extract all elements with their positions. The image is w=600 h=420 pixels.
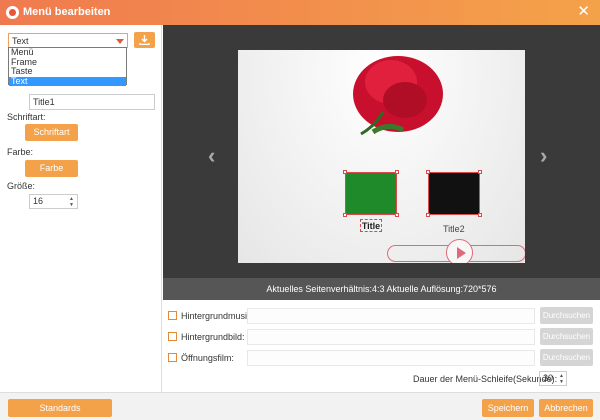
browse-music-button[interactable]: Durchsuchen [540, 307, 593, 324]
browse-film-button[interactable]: Durchsuchen [540, 349, 593, 366]
background-music-field[interactable] [247, 308, 535, 324]
handle [395, 170, 399, 174]
loop-duration-value: 30 [543, 373, 554, 383]
left-panel: Text Menü Frame Taste Text Title1 Schrif… [0, 25, 162, 392]
reset-defaults-button[interactable]: Standards wiederherstellen [8, 399, 112, 417]
font-button[interactable]: Schriftart [25, 124, 78, 141]
title2-label[interactable]: Title2 [443, 224, 465, 234]
color-button[interactable]: Farbe [25, 160, 78, 177]
opening-film-label: Öffnungsfilm: [181, 353, 234, 363]
size-label: Größe: [7, 181, 36, 191]
handle [343, 170, 347, 174]
menu-preview: ‹ › Title Title2 [163, 25, 600, 278]
menu-item-thumbnail-1[interactable] [343, 170, 399, 217]
menu-item-thumbnail-2[interactable] [426, 170, 482, 217]
window-title: Menü bearbeiten [23, 6, 111, 18]
chevron-down-icon [116, 39, 124, 44]
opening-film-checkbox[interactable] [168, 353, 177, 362]
stepper-arrows-icon[interactable]: ▲ ▼ [559, 373, 564, 385]
cancel-button[interactable]: Abbrechen [539, 399, 593, 417]
play-button[interactable] [446, 239, 473, 263]
opening-film-field[interactable] [247, 350, 535, 366]
font-label: Schriftart: [7, 112, 46, 122]
element-select-value: Text [12, 36, 29, 46]
background-image-checkbox[interactable] [168, 332, 177, 341]
element-select[interactable]: Text [8, 33, 128, 48]
loop-duration-label: Dauer der Menü-Schleife(Sekunde): [413, 374, 558, 384]
close-icon[interactable]: ✕ [577, 4, 590, 19]
title1-label[interactable]: Title [360, 219, 382, 232]
text-input[interactable]: Title1 [29, 94, 155, 110]
dropdown-option-text[interactable]: Text [9, 76, 126, 86]
color-label: Farbe: [7, 147, 34, 157]
footer: Standards wiederherstellen Speichern Abb… [0, 392, 600, 420]
handle [478, 170, 482, 174]
menu-canvas: Title Title2 [238, 50, 525, 263]
element-dropdown: Menü Frame Taste Text [8, 47, 127, 86]
handle [478, 213, 482, 217]
background-music-checkbox[interactable] [168, 311, 177, 320]
prev-page-icon[interactable]: ‹ [208, 143, 215, 169]
size-value: 16 [33, 196, 44, 206]
background-music-label: Hintergrundmusik: [181, 311, 255, 321]
import-button[interactable] [134, 32, 155, 48]
title-bar: Menü bearbeiten ✕ [0, 0, 600, 25]
loop-duration-stepper[interactable]: 30 ▲ ▼ [539, 371, 567, 386]
stepper-arrows-icon[interactable]: ▲ ▼ [69, 196, 74, 208]
rose-image [353, 56, 443, 136]
download-icon [139, 35, 150, 45]
handle [343, 213, 347, 217]
background-image-label: Hintergrundbild: [181, 332, 245, 342]
next-page-icon[interactable]: › [540, 143, 547, 169]
handle [426, 170, 430, 174]
handle [395, 213, 399, 217]
save-button[interactable]: Speichern [482, 399, 534, 417]
app-logo-icon [6, 6, 19, 19]
handle [426, 213, 430, 217]
background-image-field[interactable] [247, 329, 535, 345]
status-bar: Aktuelles Seitenverhältnis:4:3 Aktuelle … [163, 278, 600, 300]
browse-image-button[interactable]: Durchsuchen [540, 328, 593, 345]
size-stepper[interactable]: 16 ▲ ▼ [29, 194, 78, 209]
